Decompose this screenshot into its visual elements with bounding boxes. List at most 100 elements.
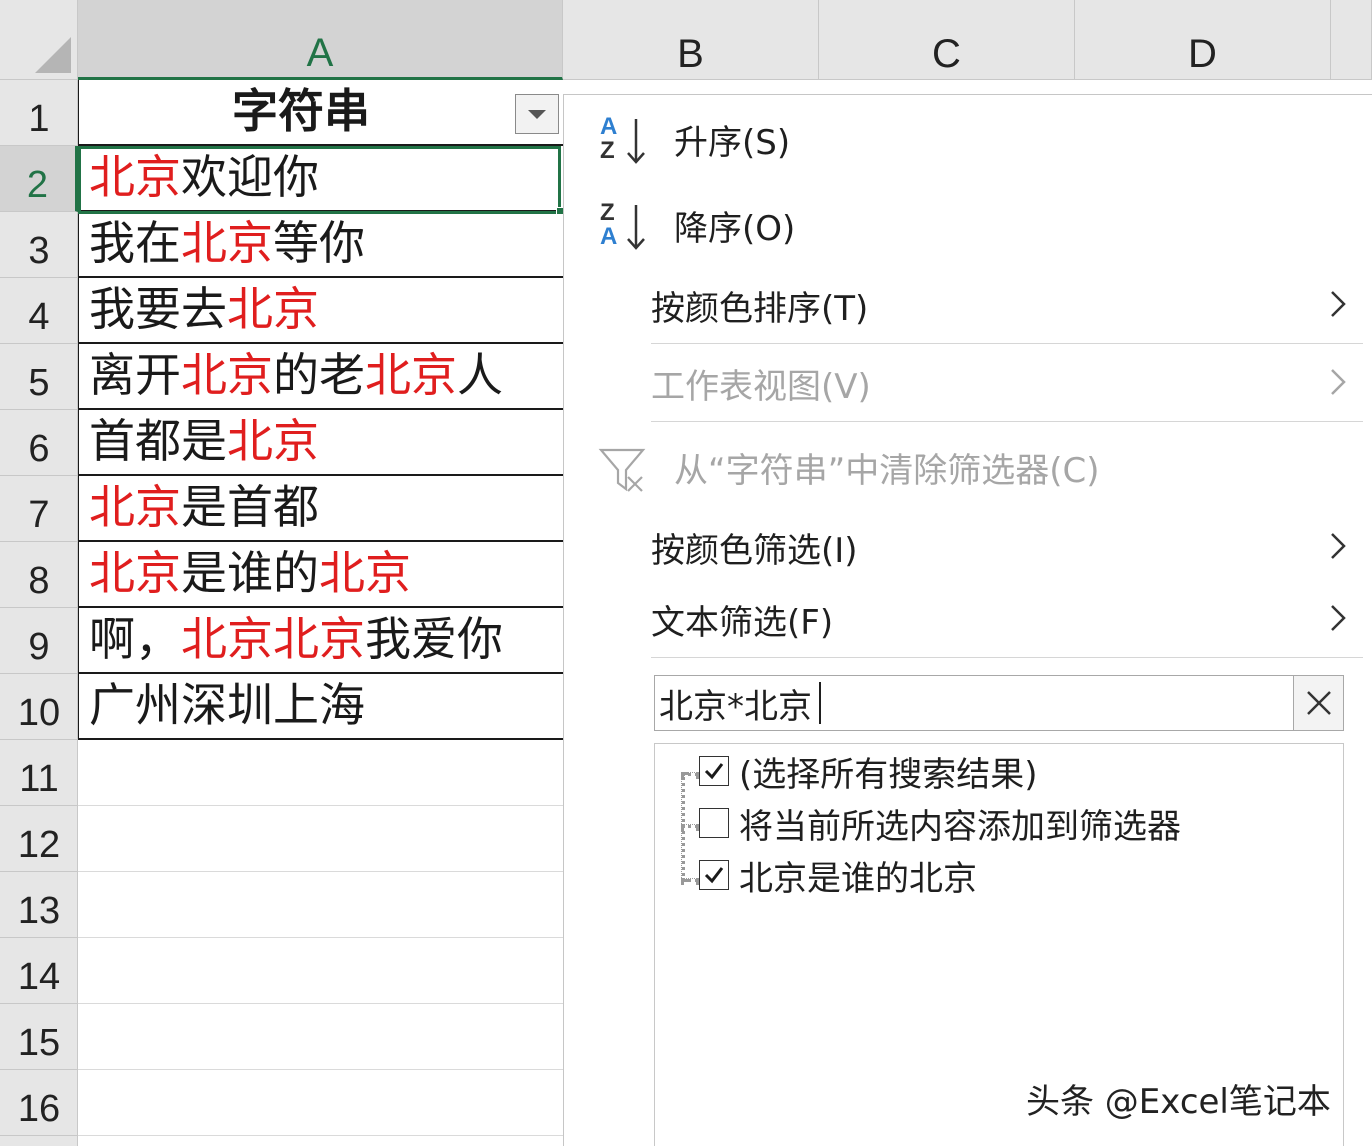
- select-all-corner[interactable]: [0, 0, 78, 80]
- cell-a13[interactable]: [78, 872, 563, 938]
- row-header-3[interactable]: 3: [0, 212, 78, 278]
- row-header-8[interactable]: 8: [0, 542, 78, 608]
- clear-filter-label: 从“字符串”中清除筛选器(C): [674, 450, 1100, 491]
- filter-option-select-all[interactable]: (选择所有搜索结果): [699, 748, 1038, 795]
- cell-a6[interactable]: 首都是北京: [78, 410, 563, 476]
- cell-text: 的老: [273, 348, 365, 402]
- cell-text: 人: [457, 348, 503, 402]
- cell-a11[interactable]: [78, 740, 563, 806]
- row-header-10[interactable]: 10: [0, 674, 78, 740]
- filter-option-label: 将当前所选内容添加到筛选器: [739, 806, 1181, 847]
- cell-text-highlight: 北京: [365, 348, 457, 402]
- filter-option-label: (选择所有搜索结果): [739, 754, 1038, 795]
- select-all-triangle-icon: [35, 37, 71, 73]
- checkmark-icon: [704, 763, 724, 780]
- row-header-9[interactable]: 9: [0, 608, 78, 674]
- cell-a5[interactable]: 离开北京的老北京人: [78, 344, 563, 410]
- cell-a7[interactable]: 北京是首都: [78, 476, 563, 542]
- menu-text-filter[interactable]: 文本筛选(F): [564, 589, 1372, 649]
- cell-text-highlight: 北京: [227, 414, 319, 468]
- chevron-right-icon: [1331, 533, 1346, 559]
- cell-text-highlight: 北京: [89, 150, 181, 204]
- cell-text: 离开: [89, 348, 181, 402]
- checkbox[interactable]: [699, 860, 729, 890]
- cell-text: 等你: [273, 216, 365, 270]
- menu-sort-by-color[interactable]: 按颜色排序(T): [564, 275, 1372, 335]
- cell-text-highlight: 北京: [227, 282, 319, 336]
- row-header-5[interactable]: 5: [0, 344, 78, 410]
- row-header-13[interactable]: 13: [0, 872, 78, 938]
- tree-connector: [681, 878, 699, 882]
- cell-text: 首都是: [89, 414, 227, 468]
- sort-ascending-label: 升序(S): [674, 122, 791, 163]
- checkbox[interactable]: [699, 756, 729, 786]
- cell-a4[interactable]: 我要去北京: [78, 278, 563, 344]
- column-a-cells: 字符串 北京欢迎你 我在北京等你 我要去北京 离开北京的老北京人 首都是北京 北…: [78, 80, 564, 1146]
- sort-icon-letter-top: Z: [600, 199, 615, 226]
- column-header-b[interactable]: B: [563, 0, 819, 80]
- row-header-6[interactable]: 6: [0, 410, 78, 476]
- cell-text-highlight: 北京: [89, 546, 181, 600]
- cell-a16[interactable]: [78, 1070, 563, 1136]
- row-header-11[interactable]: 11: [0, 740, 78, 806]
- sort-icon-letter-bottom: Z: [600, 137, 615, 164]
- chevron-right-icon: [1331, 291, 1346, 317]
- clear-search-button[interactable]: [1293, 676, 1343, 730]
- sort-icon-letter-bottom: A: [600, 223, 618, 250]
- row-header-2[interactable]: 2: [0, 146, 78, 212]
- sheet-view-label: 工作表视图(V): [651, 366, 871, 407]
- row-header-14[interactable]: 14: [0, 938, 78, 1004]
- sort-descending-icon: Z A: [598, 201, 654, 253]
- cell-a14[interactable]: [78, 938, 563, 1004]
- tree-connector: [681, 824, 699, 828]
- cell-text-highlight: 北京: [181, 348, 273, 402]
- menu-sort-ascending[interactable]: A Z 升序(S): [564, 109, 1372, 169]
- close-icon: [1306, 691, 1331, 715]
- chevron-right-icon: [1331, 369, 1346, 395]
- text-filter-label: 文本筛选(F): [651, 602, 834, 643]
- row-header-4[interactable]: 4: [0, 278, 78, 344]
- text-caret: [819, 682, 821, 724]
- cell-text: 我要去: [89, 282, 227, 336]
- checkmark-icon: [704, 867, 724, 884]
- cell-a1-header[interactable]: 字符串: [78, 80, 563, 146]
- column-header-d[interactable]: D: [1075, 0, 1331, 80]
- column-header-a[interactable]: A: [78, 0, 563, 80]
- menu-separator: [651, 657, 1363, 658]
- cell-text-highlight: 北京: [319, 546, 411, 600]
- sort-by-color-label: 按颜色排序(T): [651, 288, 869, 329]
- row-header-1[interactable]: 1: [0, 80, 78, 146]
- filter-option-value[interactable]: 北京是谁的北京: [699, 852, 977, 899]
- cell-a12[interactable]: [78, 806, 563, 872]
- cell-text: 是首都: [181, 480, 319, 534]
- cell-text-highlight: 北京: [89, 480, 181, 534]
- filter-option-add-selection[interactable]: 将当前所选内容添加到筛选器: [699, 800, 1181, 847]
- filter-search-input[interactable]: [655, 676, 1293, 730]
- watermark: 头条 @Excel笔记本: [1026, 1082, 1331, 1122]
- menu-filter-by-color[interactable]: 按颜色筛选(I): [564, 517, 1372, 577]
- menu-sort-descending[interactable]: Z A 降序(O): [564, 195, 1372, 255]
- checkbox[interactable]: [699, 808, 729, 838]
- column-header-e[interactable]: [1331, 0, 1372, 80]
- sort-descending-label: 降序(O): [674, 208, 796, 249]
- cell-text: 欢迎你: [181, 150, 319, 204]
- clear-filter-icon: [598, 448, 646, 492]
- row-header-15[interactable]: 15: [0, 1004, 78, 1070]
- cell-text: 是谁的: [181, 546, 319, 600]
- cell-text: 我在: [89, 216, 181, 270]
- cell-a3[interactable]: 我在北京等你: [78, 212, 563, 278]
- cell-a2[interactable]: 北京欢迎你: [78, 146, 563, 212]
- row-header-16[interactable]: 16: [0, 1070, 78, 1136]
- tree-connector: [681, 772, 699, 776]
- cell-a8[interactable]: 北京是谁的北京: [78, 542, 563, 608]
- row-header-12[interactable]: 12: [0, 806, 78, 872]
- cell-a9[interactable]: 啊，北京北京我爱你: [78, 608, 563, 674]
- autofilter-dropdown-button[interactable]: [515, 94, 559, 134]
- row-header-7[interactable]: 7: [0, 476, 78, 542]
- cell-a10[interactable]: 广州深圳上海: [78, 674, 563, 740]
- column-header-c[interactable]: C: [819, 0, 1075, 80]
- sort-icon-letter-top: A: [600, 113, 618, 140]
- cell-text-highlight: 北京: [181, 216, 273, 270]
- menu-separator: [651, 343, 1363, 344]
- cell-a15[interactable]: [78, 1004, 563, 1070]
